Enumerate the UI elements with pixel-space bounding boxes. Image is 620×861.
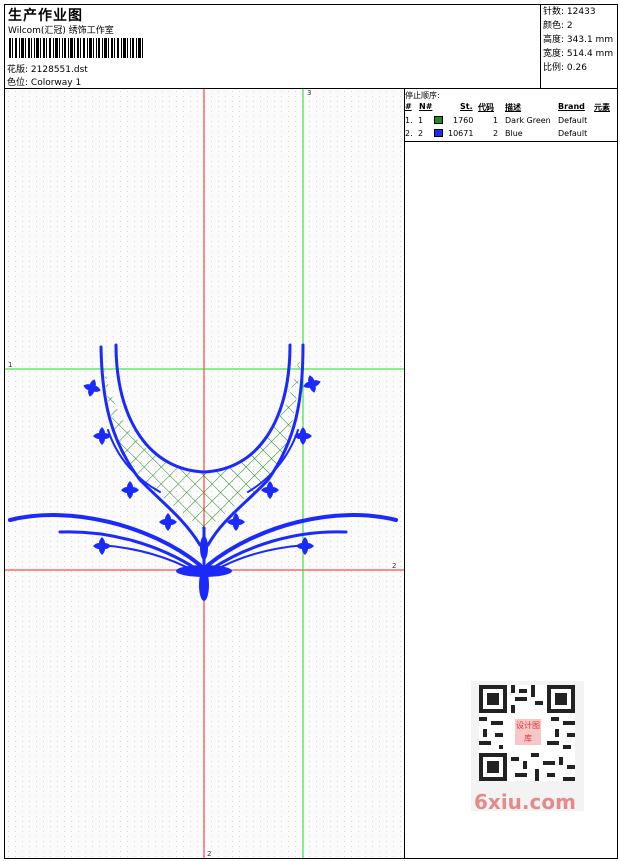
col-header-index: # (405, 102, 412, 111)
watermark-site: 6xiu.com (474, 790, 576, 814)
col-header-needle: N# (419, 102, 433, 111)
flower-left-3 (121, 481, 139, 499)
flower-left-1 (80, 376, 104, 400)
color-swatch-dark-green (434, 116, 443, 124)
flower-left-5 (93, 537, 111, 555)
center-drop (199, 569, 209, 601)
stop-sequence-label: 停止顺序: (405, 91, 440, 100)
color-swatch-blue (434, 129, 443, 137)
guide-label-top: 3 (307, 89, 311, 97)
green-fill-area (103, 350, 300, 530)
col-header-brand: Brand (558, 102, 585, 111)
color-table: 停止顺序: # N# St. 代码 描述 Brand 元素 1. 1 1760 … (405, 89, 618, 142)
flower-left-4 (159, 513, 177, 531)
col-header-description: 描述 (505, 103, 521, 112)
col-header-stitches: St. (460, 102, 473, 111)
flower-right-1 (300, 372, 324, 396)
flower-right-2 (294, 427, 312, 445)
flower-right-5 (296, 537, 314, 555)
guide-label-bottom: 2 (207, 850, 211, 858)
qr-center-badge: 设计图库 (513, 717, 543, 747)
col-header-code: 代码 (478, 103, 494, 112)
center-top-bud (200, 536, 208, 560)
col-header-element: 元素 (594, 103, 610, 112)
left-side-stem (99, 345, 202, 547)
guide-label-right: 2 (392, 562, 396, 570)
guide-label-left: 1 (8, 361, 12, 369)
